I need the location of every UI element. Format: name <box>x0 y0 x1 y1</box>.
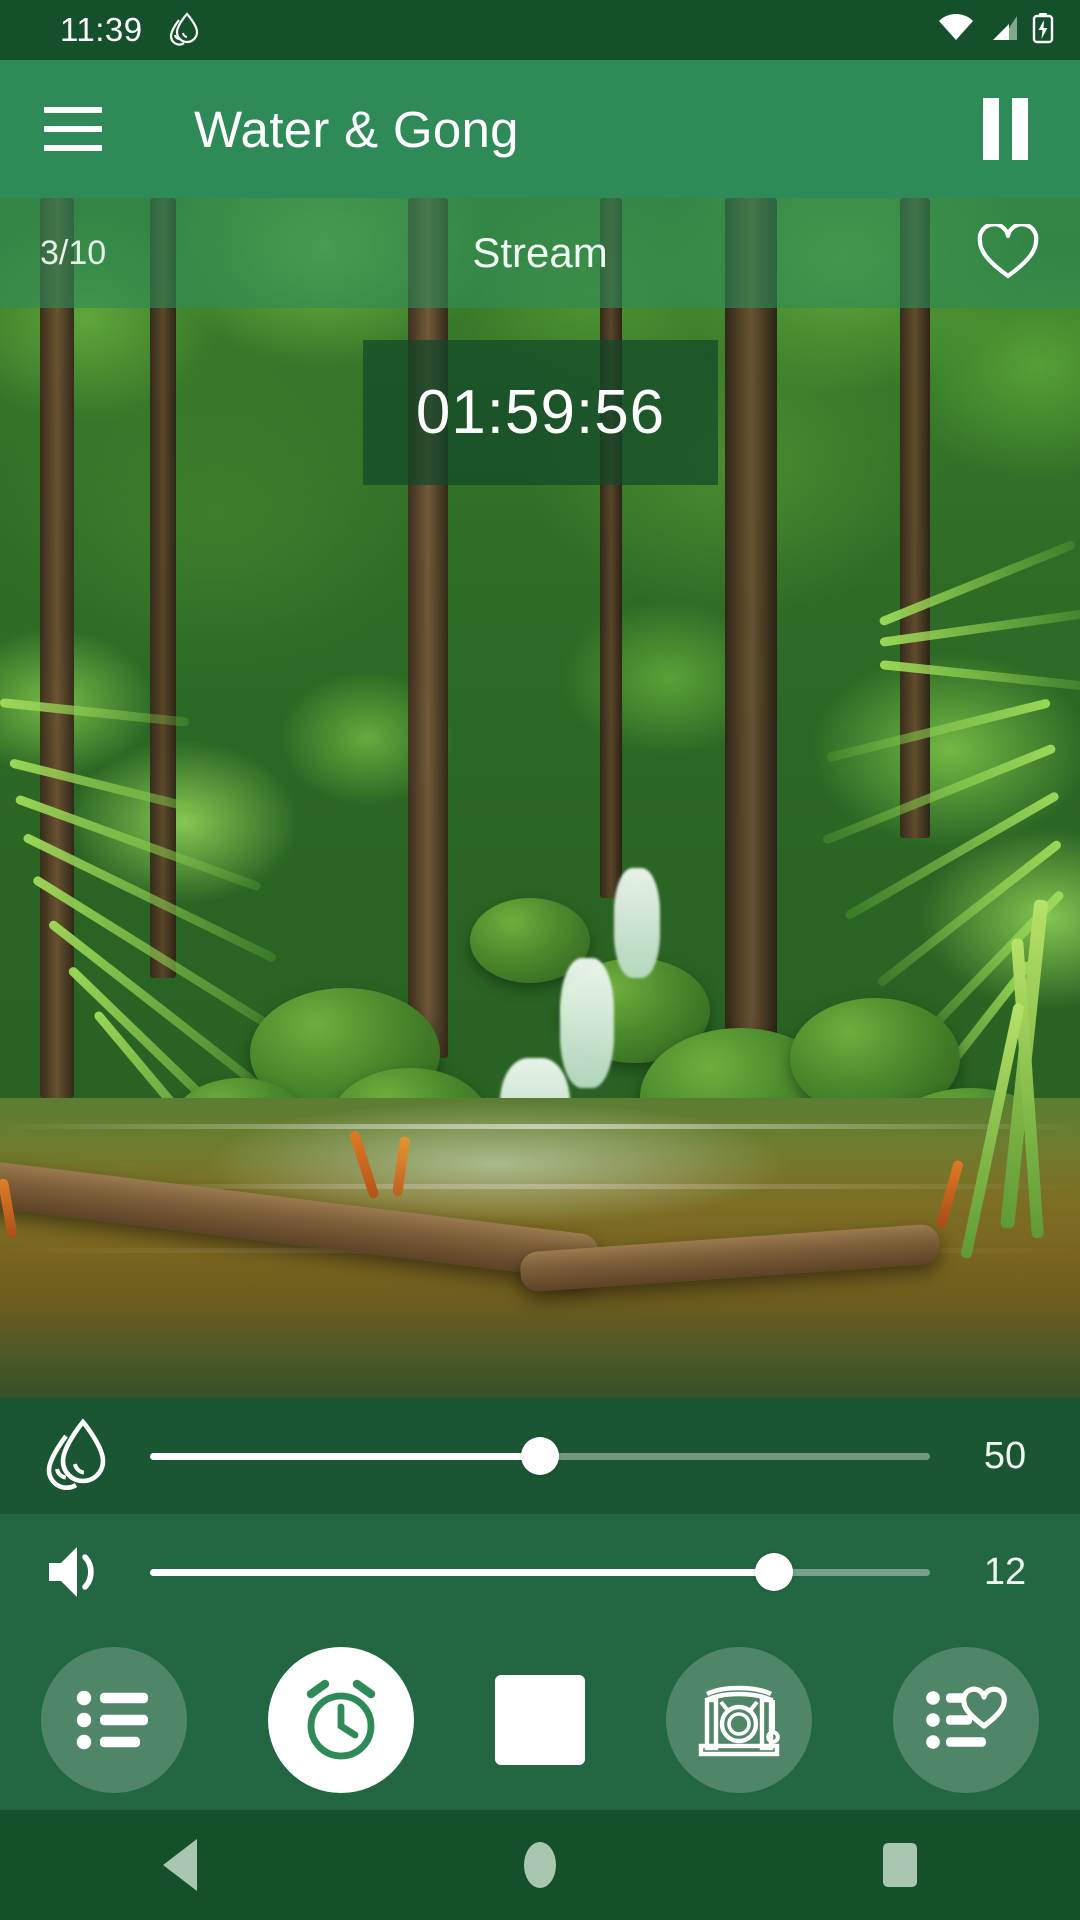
volume-slider-track[interactable] <box>150 1542 930 1602</box>
slider-thumb[interactable] <box>755 1553 793 1591</box>
back-triangle-icon[interactable] <box>120 1810 240 1920</box>
status-bar: 11:39 <box>0 0 1080 60</box>
track-header: 3/10 Stream <box>0 198 1080 308</box>
hamburger-menu-icon[interactable] <box>44 107 102 151</box>
timer-button[interactable] <box>267 1647 414 1793</box>
water-slider-value: 50 <box>983 1434 1027 1477</box>
timer-display: 01:59:56 <box>363 340 718 485</box>
gong-button[interactable] <box>666 1647 813 1793</box>
cellular-signal-icon <box>987 14 1019 47</box>
slider-thumb[interactable] <box>521 1437 559 1475</box>
list-icon <box>76 1690 148 1750</box>
water-drop-icon <box>167 11 201 49</box>
stop-button[interactable] <box>494 1675 585 1765</box>
list-heart-icon <box>926 1686 1008 1749</box>
battery-charging-icon <box>1032 12 1054 49</box>
recents-square-icon[interactable] <box>840 1810 960 1920</box>
volume-speaker-icon <box>0 1541 150 1603</box>
home-circle-icon[interactable] <box>480 1810 600 1920</box>
track-position: 3/10 <box>40 233 107 272</box>
stop-square-icon <box>494 1675 585 1765</box>
timer-value: 01:59:56 <box>415 378 666 447</box>
gong-icon <box>698 1685 780 1757</box>
android-navigation-bar <box>0 1810 1080 1920</box>
track-title: Stream <box>472 229 608 276</box>
heart-outline-icon[interactable] <box>976 224 1040 282</box>
volume-slider[interactable]: 12 <box>0 1514 1080 1630</box>
playlist-button[interactable] <box>40 1647 187 1793</box>
playback-controls <box>0 1630 1080 1810</box>
water-slider-track[interactable] <box>150 1426 930 1486</box>
status-bar-clock: 11:39 <box>60 11 143 48</box>
favorites-button[interactable] <box>893 1647 1040 1793</box>
app-root: 11:39 Water & Gong 3/10 Stream 01:59:56 … <box>0 0 1080 1920</box>
page-title: Water & Gong <box>194 100 519 158</box>
slider-track-fill <box>150 1568 774 1576</box>
volume-slider-value: 12 <box>983 1550 1027 1593</box>
pause-icon[interactable] <box>983 98 1028 160</box>
wifi-icon <box>938 13 974 47</box>
alarm-clock-icon <box>306 1679 375 1760</box>
water-drop-icon <box>0 1416 150 1496</box>
water-sound-slider[interactable]: 50 <box>0 1398 1080 1514</box>
app-bar: Water & Gong <box>0 60 1080 198</box>
slider-track-fill <box>150 1452 540 1460</box>
